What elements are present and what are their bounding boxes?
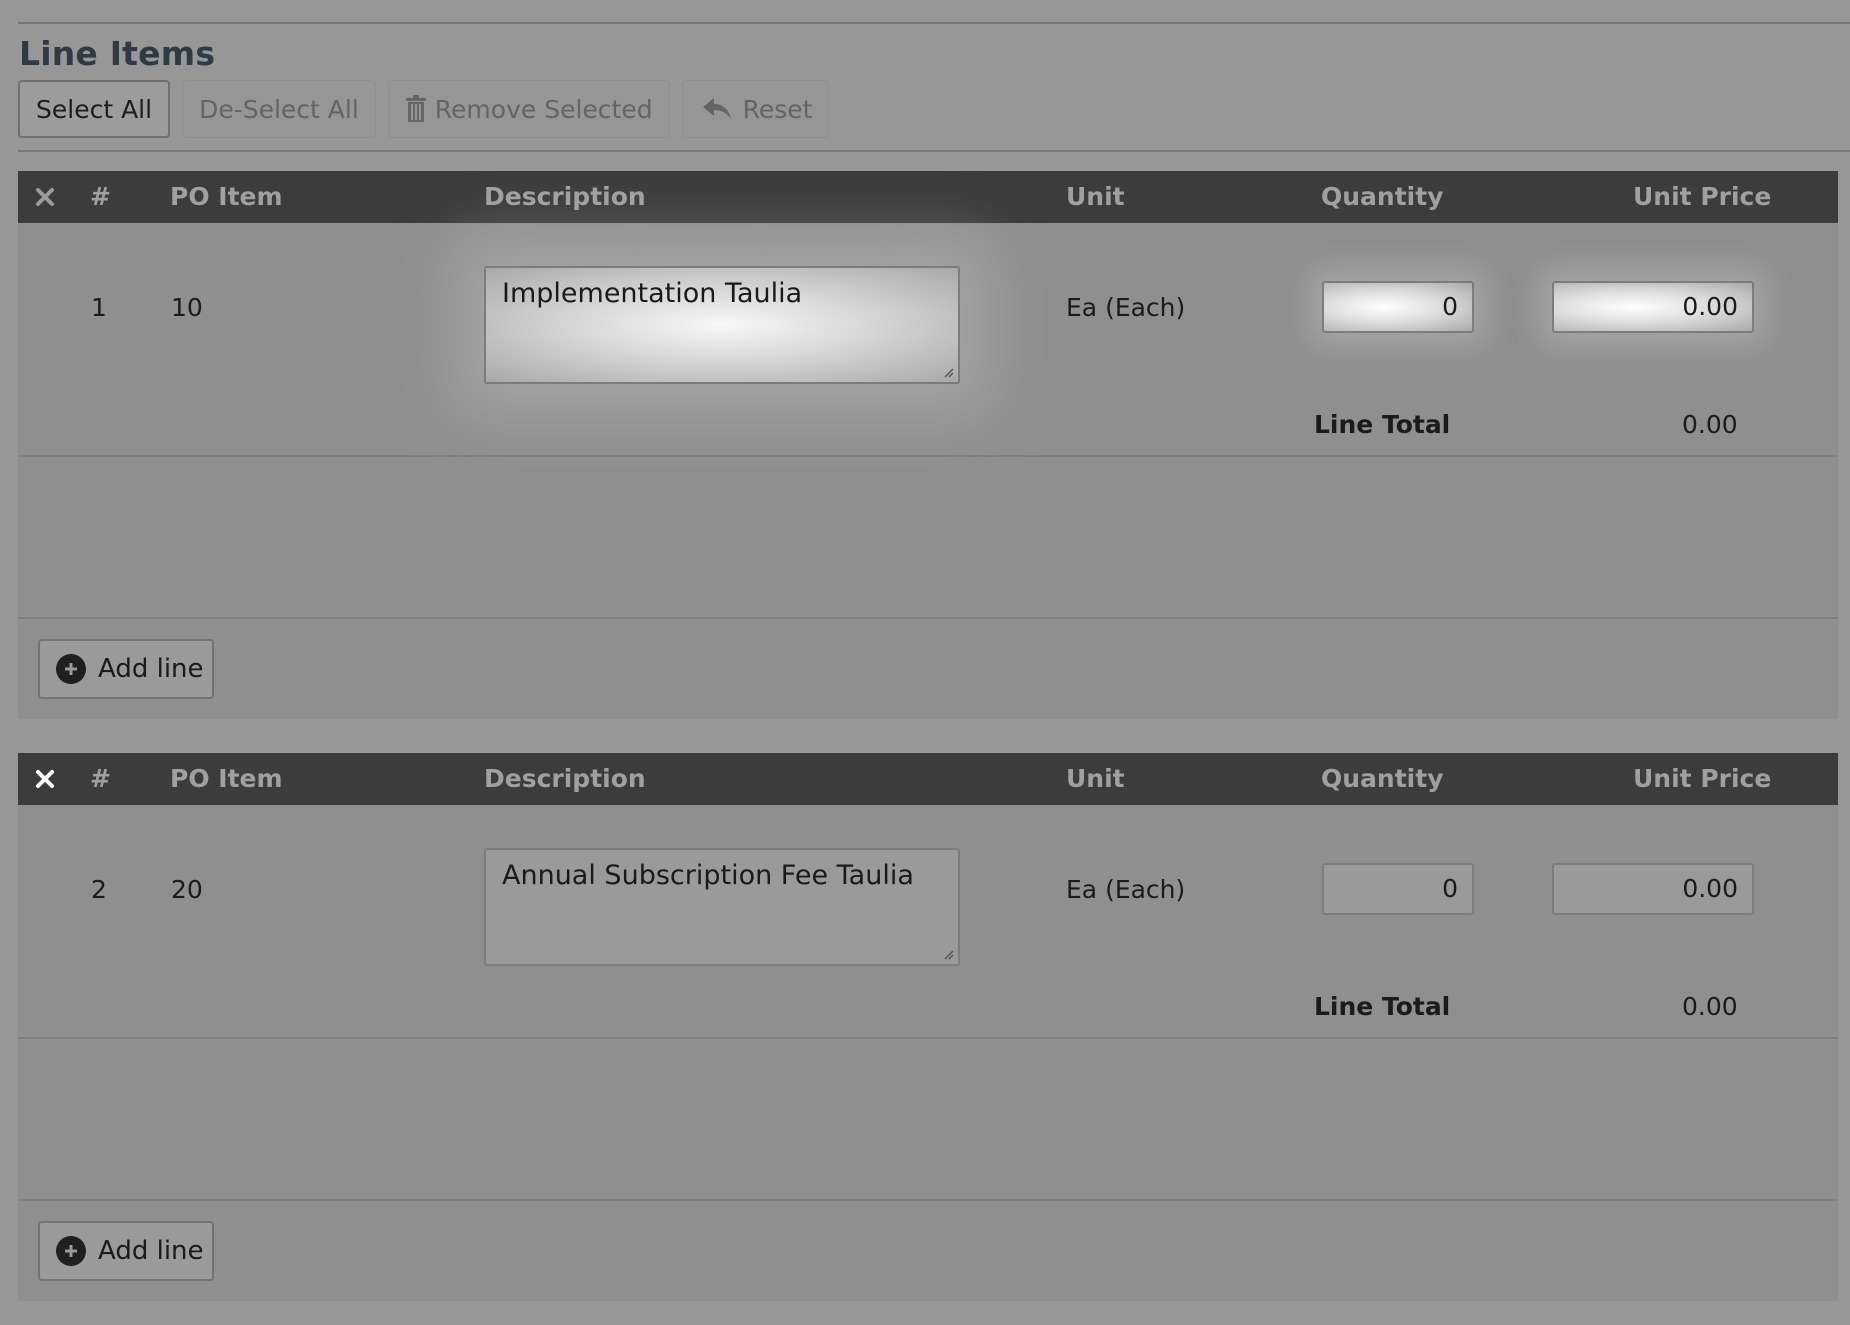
- col-quantity: Quantity: [1321, 764, 1444, 793]
- reset-label: Reset: [742, 94, 813, 124]
- line-number: 2: [91, 875, 107, 904]
- line-item-block: # PO Item Description Unit Quantity Unit…: [18, 753, 1838, 1301]
- line-total-label: Line Total: [1314, 992, 1451, 1021]
- po-item-value: 20: [171, 875, 203, 904]
- trash-icon: [405, 95, 427, 123]
- add-line-button[interactable]: Add line: [38, 639, 214, 699]
- line-total-value: 0.00: [1682, 992, 1738, 1021]
- plus-circle-icon: [56, 654, 86, 684]
- description-text: Annual Subscription Fee Taulia: [502, 860, 914, 891]
- description-textarea[interactable]: Implementation Taulia: [484, 266, 960, 384]
- add-line-button[interactable]: Add line: [38, 1221, 214, 1281]
- col-po-item: PO Item: [170, 182, 283, 211]
- add-line-label: Add line: [98, 654, 204, 684]
- spacer: [18, 1039, 1838, 1201]
- section-title: Line Items: [19, 34, 216, 73]
- unit-price-input[interactable]: 0.00: [1552, 281, 1754, 333]
- col-number: #: [90, 764, 111, 793]
- description-text: Implementation Taulia: [502, 278, 803, 309]
- table-header: # PO Item Description Unit Quantity Unit…: [18, 171, 1838, 223]
- remove-selected-label: Remove Selected: [434, 94, 653, 124]
- table-header: # PO Item Description Unit Quantity Unit…: [18, 753, 1838, 805]
- col-number: #: [90, 182, 111, 211]
- resize-grip-icon[interactable]: [942, 948, 954, 960]
- toolbar-divider: [18, 150, 1850, 152]
- block-footer: Add line: [18, 1201, 1838, 1301]
- remove-selected-button[interactable]: Remove Selected: [387, 80, 670, 138]
- reply-arrow-icon: [702, 98, 731, 120]
- col-unit: Unit: [1066, 764, 1125, 793]
- description-textarea[interactable]: Annual Subscription Fee Taulia: [484, 848, 960, 966]
- line-items-toolbar: Select All De-Select All Remove Selected…: [18, 80, 830, 140]
- spacer: [18, 457, 1838, 619]
- table-row: 2 20 Annual Subscription Fee Taulia Ea (…: [18, 805, 1838, 1039]
- select-all-label: Select All: [36, 94, 153, 124]
- deselect-all-button[interactable]: De-Select All: [182, 80, 376, 138]
- col-unit-price: Unit Price: [1633, 764, 1772, 793]
- col-description: Description: [484, 764, 646, 793]
- line-item-block: # PO Item Description Unit Quantity Unit…: [18, 171, 1838, 719]
- col-unit-price: Unit Price: [1633, 182, 1772, 211]
- block-footer: Add line: [18, 619, 1838, 719]
- col-unit: Unit: [1066, 182, 1125, 211]
- col-po-item: PO Item: [170, 764, 283, 793]
- line-number: 1: [91, 293, 107, 322]
- quantity-input[interactable]: 0: [1322, 863, 1474, 915]
- plus-circle-icon: [56, 1236, 86, 1266]
- line-total-value: 0.00: [1682, 410, 1738, 439]
- deselect-all-label: De-Select All: [199, 94, 359, 124]
- unit-price-input[interactable]: 0.00: [1552, 863, 1754, 915]
- resize-grip-icon[interactable]: [942, 366, 954, 378]
- add-line-label: Add line: [98, 1236, 204, 1266]
- col-quantity: Quantity: [1321, 182, 1444, 211]
- select-all-button[interactable]: Select All: [18, 80, 171, 138]
- quantity-input[interactable]: 0: [1322, 281, 1474, 333]
- table-row: 1 10 Implementation Taulia Ea (Each) 0 0…: [18, 223, 1838, 457]
- top-divider: [18, 22, 1850, 24]
- close-icon[interactable]: [30, 171, 60, 223]
- reset-button[interactable]: Reset: [681, 80, 830, 138]
- line-total-label: Line Total: [1314, 410, 1451, 439]
- close-icon[interactable]: [30, 753, 60, 805]
- po-item-value: 10: [171, 293, 203, 322]
- unit-value: Ea (Each): [1066, 293, 1186, 322]
- col-description: Description: [484, 182, 646, 211]
- unit-value: Ea (Each): [1066, 875, 1186, 904]
